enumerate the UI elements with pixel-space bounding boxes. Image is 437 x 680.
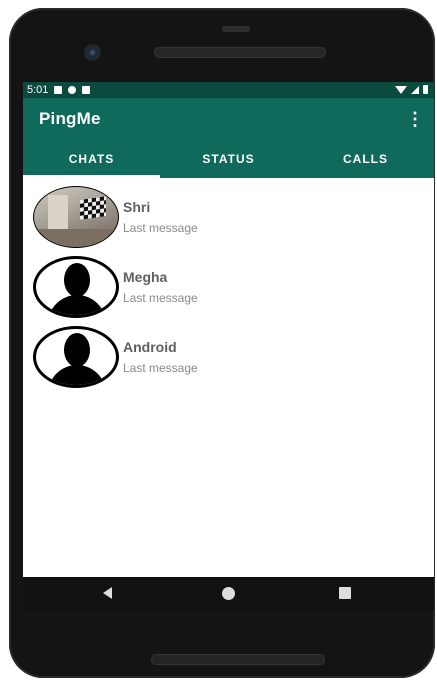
chat-last-message: Last message [123, 361, 198, 375]
signal-icon [411, 85, 419, 94]
bottom-speaker [151, 654, 325, 665]
tab-status[interactable]: STATUS [160, 140, 297, 178]
wifi-icon [395, 85, 407, 94]
home-icon[interactable] [222, 587, 235, 600]
status-time: 5:01 [27, 84, 49, 96]
battery-icon [423, 85, 428, 94]
app-bar: PingMe ⋮ [23, 98, 434, 140]
sd-card-icon [82, 86, 91, 94]
default-person-icon [33, 326, 119, 388]
back-icon[interactable] [103, 587, 112, 599]
chat-last-message: Last message [123, 291, 198, 305]
more-vert-icon[interactable]: ⋮ [406, 109, 424, 130]
chat-row-shri[interactable]: Shri Last message [23, 182, 434, 252]
front-camera [86, 46, 99, 59]
top-speaker [222, 26, 250, 32]
earpiece [154, 47, 326, 58]
chat-list: Shri Last message Megha Last message And… [23, 178, 434, 392]
chat-row-android[interactable]: Android Last message [23, 322, 434, 392]
status-bar: 5:01 [23, 82, 434, 98]
tab-calls[interactable]: CALLS [297, 140, 434, 178]
tab-bar: CHATS STATUS CALLS [23, 140, 434, 178]
sync-icon [68, 86, 77, 94]
chat-name: Android [123, 339, 177, 355]
tab-chats[interactable]: CHATS [23, 140, 160, 178]
chat-name: Shri [123, 199, 151, 215]
chat-last-message: Last message [123, 221, 198, 235]
default-person-icon [33, 256, 119, 318]
chat-name: Megha [123, 269, 168, 285]
avatar-photo [33, 186, 119, 248]
system-nav-bar [23, 577, 434, 611]
app-title: PingMe [39, 109, 101, 128]
notification-icon [54, 86, 63, 94]
recents-icon[interactable] [339, 587, 351, 599]
app-screen: 5:01 PingMe ⋮ CHATS STATUS CALLS Shri La… [23, 82, 434, 577]
chat-row-megha[interactable]: Megha Last message [23, 252, 434, 322]
